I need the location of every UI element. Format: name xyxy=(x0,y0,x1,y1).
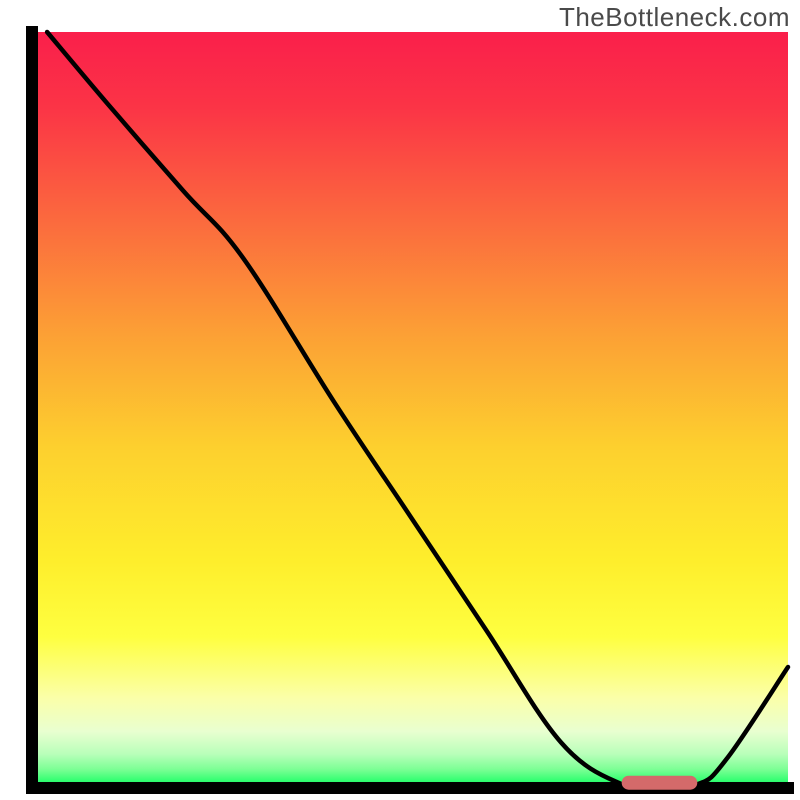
optimal-marker xyxy=(622,776,698,790)
chart-container: TheBottleneck.com xyxy=(0,0,800,800)
bottleneck-chart xyxy=(0,0,800,800)
watermark-text: TheBottleneck.com xyxy=(559,2,790,33)
